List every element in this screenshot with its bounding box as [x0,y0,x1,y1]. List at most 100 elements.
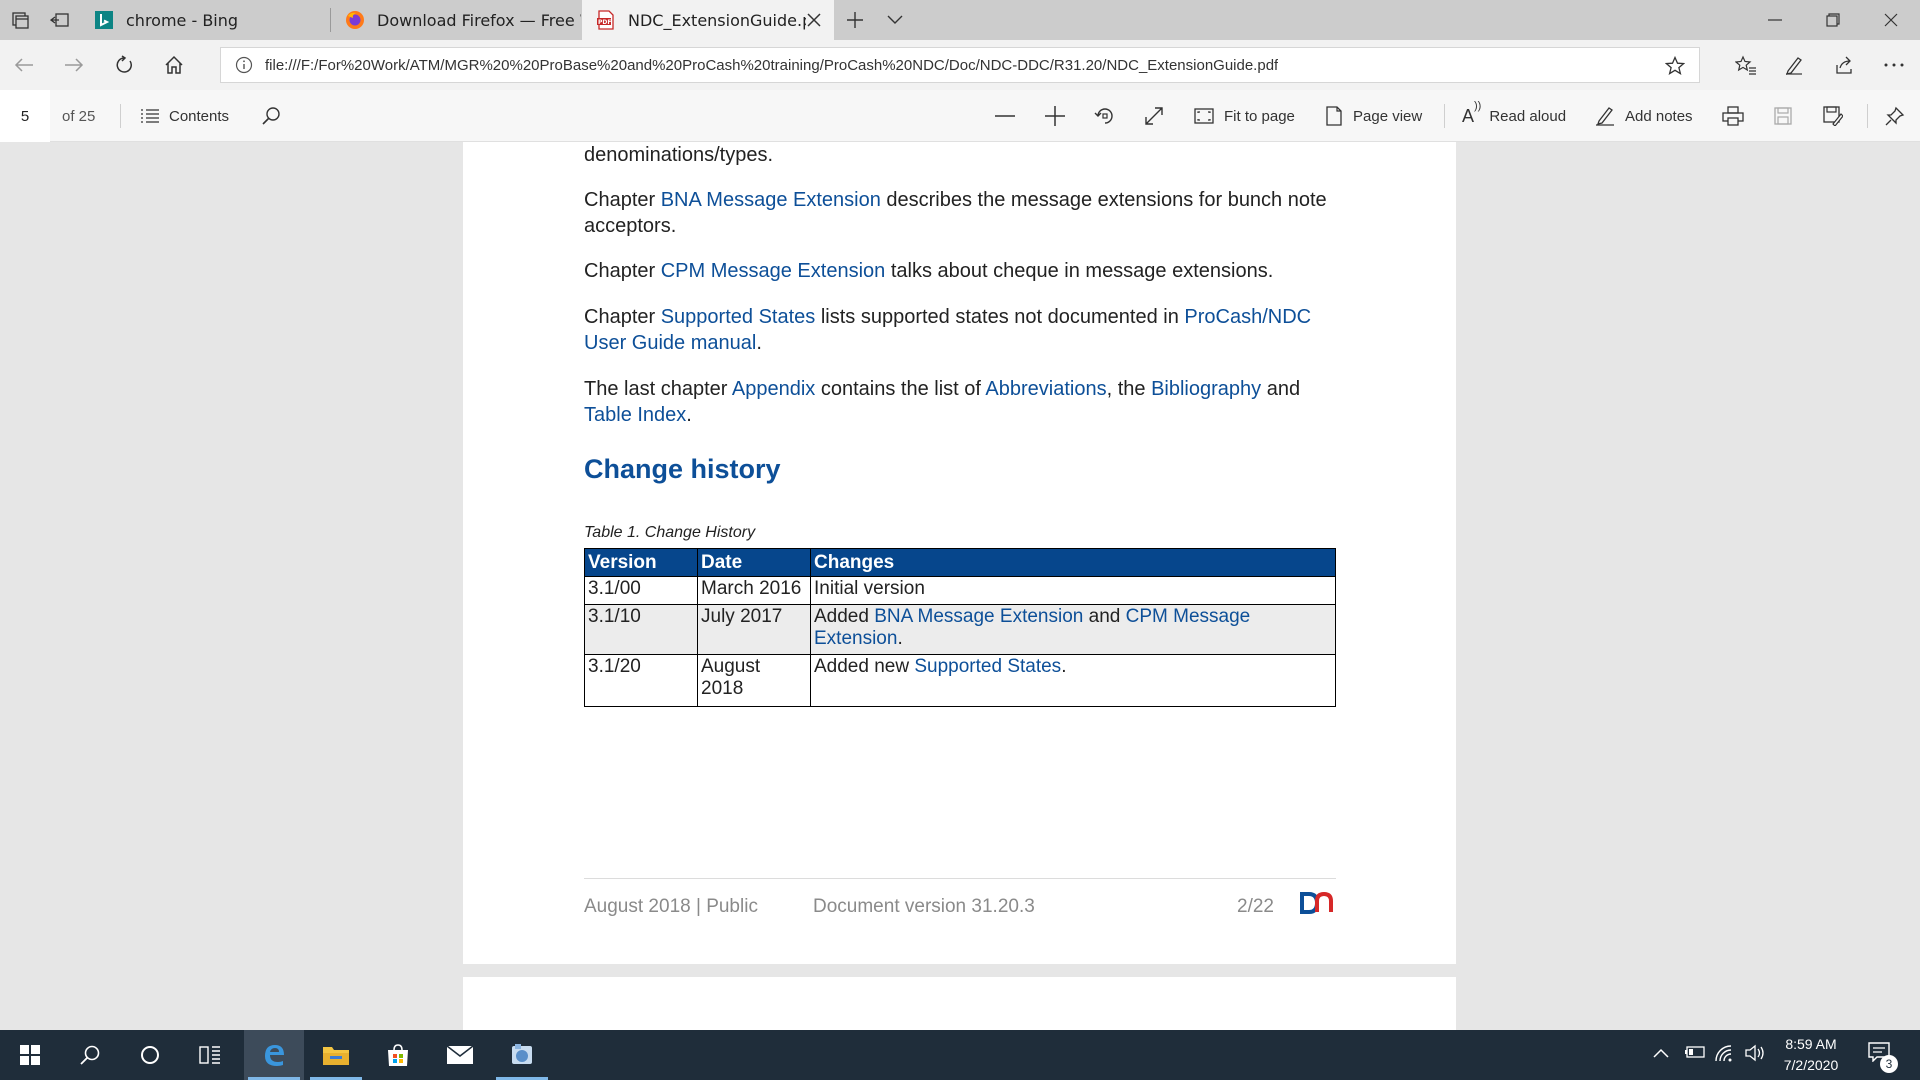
link-appendix[interactable]: Appendix [732,378,815,400]
table-row: 3.1/00 March 2016 Initial version [584,576,1336,605]
tab-label: NDC_ExtensionGuide.pc [628,10,806,30]
title-bar: chrome - Bing Download Firefox — Free W … [0,0,1920,40]
mail-icon[interactable] [430,1030,490,1080]
tab-bing[interactable]: chrome - Bing [80,0,330,40]
restore-icon[interactable] [1804,0,1862,40]
fit-to-page-button[interactable]: Fit to page [1194,90,1295,142]
set-tabs-aside-icon[interactable] [40,0,80,40]
share-icon[interactable] [1822,45,1866,85]
tab-preview-chevron-down-icon[interactable] [875,0,915,40]
favorite-star-icon[interactable] [1664,55,1686,76]
table-row: 3.1/20 August 2018 Added new Supported S… [584,654,1336,707]
zoom-in-icon[interactable] [1035,96,1075,136]
footer-divider [584,878,1336,879]
text: lists supported states not documented in [815,306,1185,328]
footer-version: Document version 31.20.3 [813,896,1035,917]
text: contains the list of [815,378,986,400]
page-number-input[interactable]: 5 [0,90,50,142]
back-arrow-icon[interactable] [2,45,46,85]
paragraph: The last chapter Appendix contains the l… [584,376,1344,428]
edge-browser-icon[interactable] [244,1030,304,1080]
change-history-table: Version Date Changes 3.1/00 March 2016 I… [584,548,1336,707]
clock-date[interactable]: 7/2/2020 [1771,1057,1851,1073]
svg-text:PDF: PDF [598,19,611,26]
app-icon[interactable] [492,1030,552,1080]
clock-time[interactable]: 8:59 AM [1771,1036,1851,1052]
tab-label: Download Firefox — Free W [377,10,581,30]
microsoft-store-icon[interactable] [368,1030,428,1080]
paragraph: denominations/types. [584,144,774,166]
url-text: file:///F:/For%20Work/ATM/MGR%20%20ProBa… [265,56,1279,74]
show-hidden-icons-chevron-up-icon[interactable] [1652,1044,1672,1064]
new-tab-icon[interactable] [835,0,875,40]
link-table-index[interactable]: Table Index [584,404,686,426]
file-explorer-icon[interactable] [306,1030,366,1080]
pdf-page: denominations/types. Chapter BNA Message… [463,142,1456,964]
favorites-hub-icon[interactable] [1724,45,1768,85]
close-tab-icon[interactable] [806,12,822,28]
more-options-icon[interactable] [1872,45,1916,85]
pin-toolbar-icon[interactable] [1875,96,1915,136]
save-icon[interactable] [1763,96,1803,136]
forward-arrow-icon[interactable] [52,45,96,85]
search-icon[interactable] [60,1030,120,1080]
read-aloud-label: Read aloud [1489,107,1567,125]
link-bibliography[interactable]: Bibliography [1151,378,1261,400]
changes-cell: Added new Supported States. [810,654,1336,707]
toolbar-divider [1867,104,1868,128]
link-supported-states[interactable]: Supported States [661,306,816,328]
contents-button[interactable]: Contents [141,90,229,142]
volume-icon[interactable] [1744,1044,1768,1064]
save-as-icon[interactable] [1813,96,1853,136]
tab-label: chrome - Bing [126,10,239,30]
minimize-icon[interactable] [1746,0,1804,40]
windows-start-icon[interactable] [0,1030,60,1080]
text: . [686,404,692,426]
link-supported-states[interactable]: Supported States [914,656,1061,677]
read-aloud-icon: A)) [1462,99,1482,126]
rotate-icon[interactable] [1085,96,1125,136]
changes-cell: Initial version [810,576,1336,605]
task-view-icon[interactable] [180,1030,240,1080]
text: , the [1106,378,1152,400]
page-view-icon [1325,106,1343,126]
page-view-button[interactable]: Page view [1325,90,1422,142]
close-window-icon[interactable] [1862,0,1920,40]
notification-count-badge: 3 [1880,1055,1898,1073]
column-header: Date [697,548,811,577]
fullscreen-icon[interactable] [1134,96,1174,136]
section-heading: Change history [584,454,781,484]
link-bna-message-extension[interactable]: BNA Message Extension [661,189,881,211]
page-total: of 25 [62,107,96,125]
add-notes-button[interactable]: Add notes [1595,90,1693,142]
read-aloud-button[interactable]: A)) Read aloud [1462,90,1566,142]
print-icon[interactable] [1713,96,1753,136]
tab-firefox[interactable]: Download Firefox — Free W [331,0,581,40]
list-icon [141,109,159,123]
tab-actions-icon[interactable] [0,0,40,40]
date-cell: March 2016 [697,576,811,605]
text: . [1061,656,1067,677]
link-abbreviations[interactable]: Abbreviations [985,378,1106,400]
toolbar-divider [120,104,121,128]
tab-pdf[interactable]: PDF NDC_ExtensionGuide.pc [582,0,834,40]
date-cell: August 2018 [697,654,811,707]
taskbar: 8:59 AM 7/2/2020 3 [0,1030,1920,1080]
address-bar[interactable]: file:///F:/For%20Work/ATM/MGR%20%20ProBa… [220,47,1700,83]
wifi-icon[interactable] [1714,1044,1736,1064]
home-icon[interactable] [152,45,196,85]
paragraph: Chapter CPM Message Extension talks abou… [584,258,1344,284]
pen-notes-icon[interactable] [1772,45,1816,85]
battery-icon[interactable] [1684,1044,1706,1064]
pen-icon [1595,106,1615,126]
info-icon[interactable] [235,56,253,74]
document-viewport[interactable]: denominations/types. Chapter BNA Message… [0,142,1920,1030]
link-bna-message-extension[interactable]: BNA Message Extension [874,606,1083,627]
contents-label: Contents [169,107,230,125]
bing-icon [94,10,114,30]
link-cpm-message-extension[interactable]: CPM Message Extension [661,260,886,282]
search-icon[interactable] [251,96,291,136]
zoom-out-icon[interactable] [985,96,1025,136]
cortana-icon[interactable] [120,1030,180,1080]
refresh-icon[interactable] [102,45,146,85]
